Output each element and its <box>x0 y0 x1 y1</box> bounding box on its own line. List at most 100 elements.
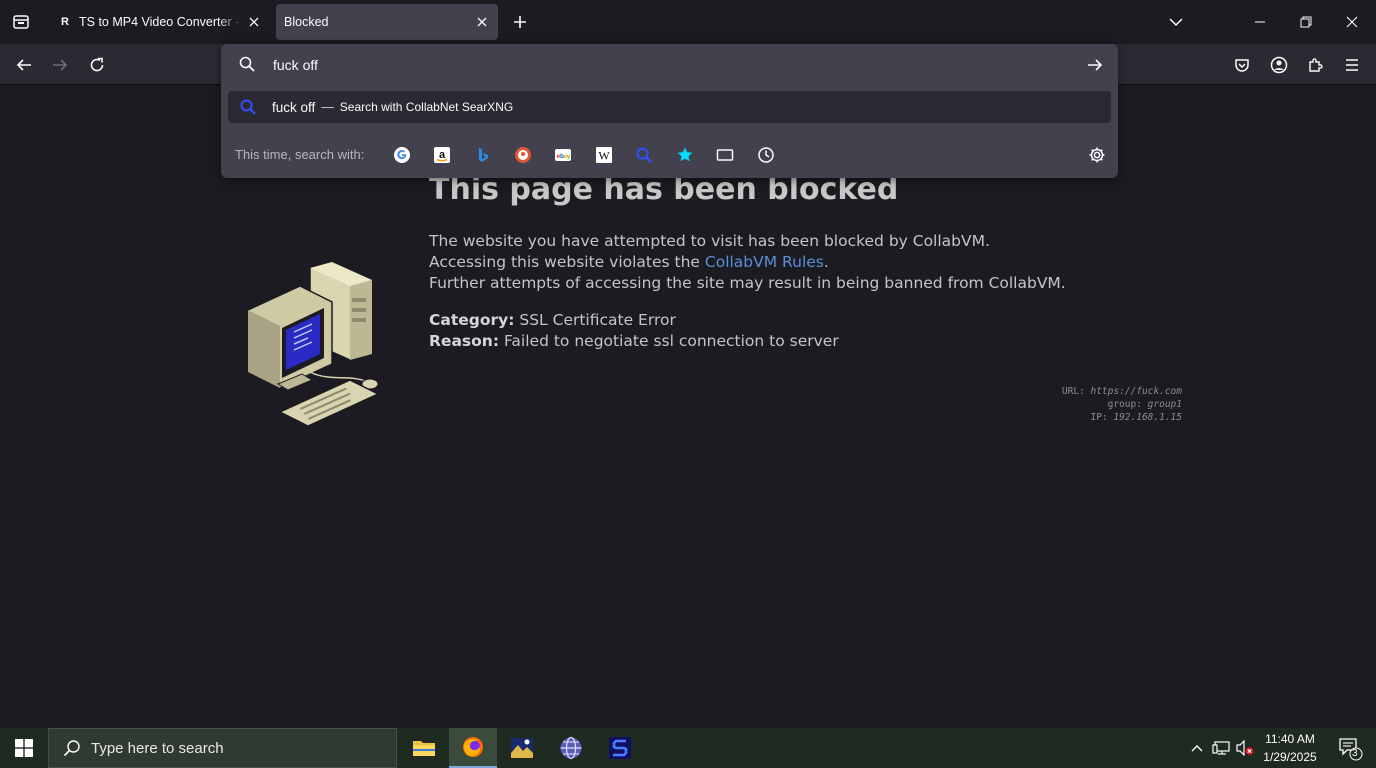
forward-button[interactable] <box>45 50 75 80</box>
svg-text:W: W <box>598 149 610 163</box>
reason-label: Reason: <box>429 332 500 350</box>
meta-url: URL: https://fuck.com <box>1062 386 1182 397</box>
minimize-icon <box>1255 21 1265 23</box>
bookmarks-icon[interactable] <box>674 144 696 166</box>
firefox-view-icon <box>13 15 29 29</box>
tabs-icon[interactable] <box>714 144 736 166</box>
minimize-button[interactable] <box>1240 6 1280 38</box>
back-button[interactable] <box>9 50 39 80</box>
taskbar: Type here to search 11:40 AM 1/29/2025 3 <box>0 728 1376 768</box>
gallery-app-icon <box>511 738 533 758</box>
tab-favicon: R <box>61 16 69 28</box>
wikipedia-icon[interactable]: W <box>593 144 615 166</box>
meta-url-value: https://fuck.com <box>1090 386 1182 397</box>
account-icon <box>1270 56 1288 74</box>
reload-button[interactable] <box>82 50 112 80</box>
suggestion-separator: — <box>321 100 334 114</box>
s-app-icon <box>609 737 631 759</box>
meta-group-label: group: <box>1107 399 1148 410</box>
network-icon <box>1212 741 1230 755</box>
list-all-tabs-button[interactable] <box>1156 6 1196 38</box>
taskbar-search-placeholder: Type here to search <box>91 739 224 757</box>
urlbar-input[interactable]: fuck off <box>221 44 1118 85</box>
restore-icon <box>1300 16 1312 28</box>
searxng-icon[interactable] <box>633 144 655 166</box>
svg-text:a: a <box>439 149 446 161</box>
tab-close-button[interactable] <box>470 10 494 34</box>
firefox-view-button[interactable] <box>0 0 42 44</box>
plus-icon <box>514 16 526 28</box>
category-label: Category: <box>429 311 515 329</box>
blocked-message-line3: Further attempts of accessing the site m… <box>429 274 1066 292</box>
search-icon <box>63 740 80 757</box>
one-off-label: This time, search with: <box>235 146 365 162</box>
computer-illustration-icon <box>247 262 380 427</box>
volume-muted-icon <box>1236 740 1254 756</box>
blocked-message-line1: The website you have attempted to visit … <box>429 232 990 250</box>
tab-title: Blocked <box>284 15 329 29</box>
close-icon <box>477 17 487 27</box>
meta-group-value: group1 <box>1147 399 1182 410</box>
arrow-left-icon <box>16 59 31 71</box>
pocket-button[interactable] <box>1227 50 1257 80</box>
meta-group: group: group1 <box>1108 399 1182 410</box>
rules-text-end: . <box>823 253 829 271</box>
show-hidden-icons-button[interactable] <box>1186 728 1208 768</box>
tab-converter[interactable]: R TS to MP4 Video Converter - Online <box>48 4 270 40</box>
reason-value: Failed to negotiate ssl connection to se… <box>499 332 839 350</box>
duckduckgo-icon[interactable] <box>512 144 534 166</box>
start-button[interactable] <box>0 728 48 768</box>
chevron-up-icon <box>1191 745 1203 752</box>
folder-icon <box>413 741 435 756</box>
google-icon[interactable] <box>391 144 413 166</box>
windows-logo-icon <box>15 739 33 757</box>
volume-tray-button[interactable] <box>1234 728 1256 768</box>
firefox-icon <box>463 737 483 757</box>
globe-app-icon <box>560 736 582 760</box>
menu-button[interactable] <box>1337 50 1367 80</box>
amazon-icon[interactable]: a <box>431 144 453 166</box>
taskbar-app-gallery[interactable] <box>498 728 546 768</box>
meta-ip: IP: 192.168.1.15 <box>1090 412 1182 423</box>
taskbar-app-globe[interactable] <box>547 728 595 768</box>
puzzle-icon <box>1309 58 1323 72</box>
tab-close-button[interactable] <box>242 10 266 34</box>
notification-center-button[interactable]: 3 <box>1328 728 1372 768</box>
history-icon[interactable] <box>755 144 777 166</box>
network-tray-button[interactable] <box>1210 728 1232 768</box>
go-button[interactable] <box>1084 54 1106 76</box>
account-button[interactable] <box>1264 50 1294 80</box>
svg-text:y: y <box>567 153 571 160</box>
taskbar-app-s[interactable] <box>596 728 644 768</box>
search-suggestion-row[interactable]: fuck off — Search with CollabNet SearXNG <box>228 91 1111 123</box>
close-window-button[interactable] <box>1332 6 1372 38</box>
ebay-icon[interactable]: ebay <box>552 144 574 166</box>
tab-bar: R TS to MP4 Video Converter - Online Blo… <box>0 0 1376 44</box>
bing-icon[interactable] <box>472 144 494 166</box>
taskbar-file-explorer[interactable] <box>400 728 448 768</box>
taskbar-search-box[interactable]: Type here to search <box>48 728 397 768</box>
arrow-right-icon <box>1088 59 1103 71</box>
pocket-icon <box>1235 59 1249 72</box>
category-value: SSL Certificate Error <box>514 311 676 329</box>
restore-button[interactable] <box>1286 6 1326 38</box>
new-tab-button[interactable] <box>508 10 532 34</box>
rules-text: Accessing this website violates the <box>429 253 705 271</box>
taskbar-clock[interactable]: 11:40 AM 1/29/2025 <box>1258 730 1322 766</box>
search-icon <box>239 56 255 72</box>
taskbar-firefox[interactable] <box>449 728 497 768</box>
notification-count-badge: 3 <box>1352 748 1358 759</box>
close-icon <box>1346 16 1358 28</box>
searxng-search-icon <box>240 99 256 115</box>
meta-ip-label: IP: <box>1090 412 1114 423</box>
collabvm-rules-link[interactable]: CollabVM Rules <box>705 253 824 271</box>
suggestion-engine: Search with CollabNet SearXNG <box>339 100 514 114</box>
tab-blocked[interactable]: Blocked <box>276 4 498 40</box>
meta-ip-value: 192.168.1.15 <box>1113 412 1182 423</box>
hamburger-icon <box>1346 59 1358 71</box>
urlbar-text[interactable]: fuck off <box>273 57 318 73</box>
extensions-button[interactable] <box>1300 50 1330 80</box>
arrow-right-icon <box>53 59 68 71</box>
search-settings-button[interactable] <box>1086 144 1108 166</box>
tab-title: TS to MP4 Video Converter - Online <box>79 15 242 29</box>
